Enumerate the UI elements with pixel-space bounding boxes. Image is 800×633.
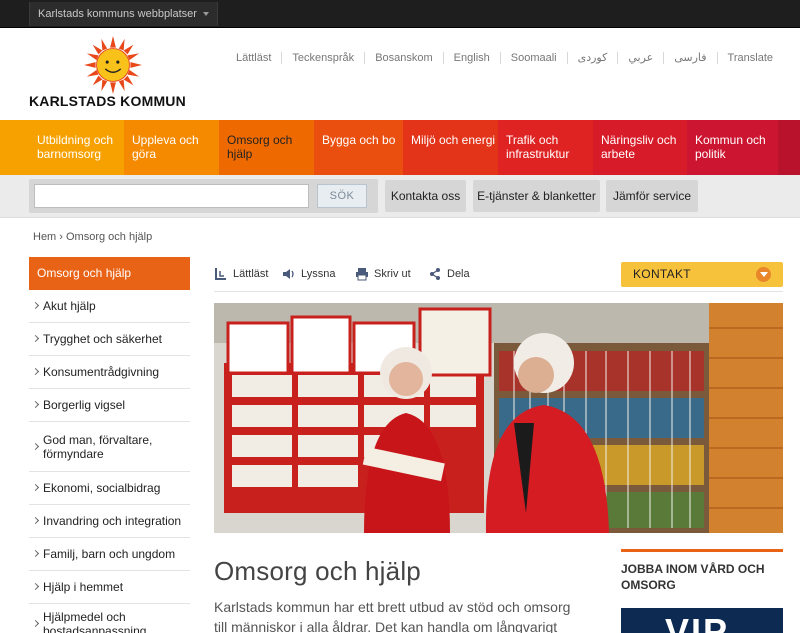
left-menu-item[interactable]: God man, förvaltare, förmyndare	[29, 422, 190, 472]
sites-dropdown-label: Karlstads kommuns webbplatser	[38, 8, 197, 20]
hero-image	[214, 303, 783, 533]
left-menu-item-label: Hjälpmedel och bostadsanpassning	[43, 609, 147, 633]
nav-edge	[778, 120, 800, 175]
nav-item[interactable]: Miljö och energi	[403, 120, 498, 175]
easy-read-button[interactable]: Lättläst	[214, 267, 268, 281]
listen-button[interactable]: Lyssna	[282, 267, 335, 281]
sites-dropdown[interactable]: Karlstads kommuns webbplatser	[29, 2, 218, 26]
print-label: Skriv ut	[374, 268, 411, 280]
nav-item[interactable]: Kommun och politik	[687, 120, 778, 175]
language-link[interactable]: Bosanskom	[364, 52, 442, 64]
search-button[interactable]: SÖK	[317, 184, 367, 208]
nav-item[interactable]: Näringsliv och arbete	[593, 120, 687, 175]
language-link[interactable]: Soomaali	[499, 52, 567, 64]
vip-banner-text: VIP	[665, 611, 730, 633]
nav-item[interactable]: Utbildning och barnomsorg	[0, 120, 124, 175]
chevron-right-icon	[31, 334, 40, 343]
chevron-right-icon	[31, 516, 40, 525]
left-menu-item-label: God man, förvaltare, förmyndare	[43, 432, 153, 461]
left-menu-item-label: Akut hjälp	[43, 299, 96, 313]
left-menu-item-label: Familj, barn och ungdom	[43, 547, 176, 561]
share-label: Dela	[447, 268, 470, 280]
chevron-right-icon	[31, 483, 40, 492]
chevron-down-icon	[202, 12, 209, 17]
left-menu-item[interactable]: Ekonomi, socialbidrag	[29, 472, 190, 505]
share-icon	[430, 268, 440, 280]
language-link[interactable]: عربي	[617, 52, 663, 64]
vip-banner[interactable]: VIP	[621, 608, 783, 633]
language-link[interactable]: Teckenspråk	[281, 52, 364, 64]
contact-dropdown[interactable]: KONTAKT	[621, 262, 783, 287]
left-menu-item[interactable]: Familj, barn och ungdom	[29, 538, 190, 571]
chevron-right-icon	[31, 582, 40, 591]
left-menu-item[interactable]: Borgerlig vigsel	[29, 389, 190, 422]
left-menu-item[interactable]: Akut hjälp	[29, 290, 190, 323]
nav-item[interactable]: Uppleva och göra	[124, 120, 219, 175]
chevron-down-icon	[756, 267, 771, 282]
page-title: Omsorg och hjälp	[214, 556, 421, 586]
left-menu-item-label: Konsumentrådgivning	[43, 365, 160, 379]
language-link[interactable]: کوردی	[566, 52, 618, 64]
speaker-icon	[283, 269, 294, 279]
left-menu-item[interactable]: Konsumentrådgivning	[29, 356, 190, 389]
language-link[interactable]: Lättläst	[226, 52, 281, 64]
share-button[interactable]: Dela	[428, 267, 470, 281]
chevron-right-icon	[31, 619, 40, 627]
language-link[interactable]: Translate	[716, 52, 783, 64]
nav-item[interactable]: Bygga och bo	[314, 120, 403, 175]
nav-item[interactable]: Trafik och infrastruktur	[498, 120, 593, 175]
left-menu-item[interactable]: Trygghet och säkerhet	[29, 323, 190, 356]
page-toolbar: Lättläst Lyssna Skriv ut Dela KONTAKT	[214, 258, 783, 292]
quicklink-contact[interactable]: Kontakta oss	[385, 180, 466, 212]
chevron-right-icon	[31, 400, 40, 409]
print-button[interactable]: Skriv ut	[355, 267, 411, 281]
main-navigation: Utbildning och barnomsorg Uppleva och gör…	[0, 120, 800, 175]
jobs-box: JOBBA INOM VÅRD OCH OMSORG	[621, 549, 783, 593]
left-menu: Omsorg och hjälp Akut hjälp Trygghet och …	[29, 257, 190, 633]
search-row: SÖK Kontakta oss E-tjänster & blanketter…	[0, 175, 800, 218]
quicklink-eservices[interactable]: E-tjänster & blanketter	[473, 180, 600, 212]
left-menu-current[interactable]: Omsorg och hjälp	[29, 257, 190, 290]
language-link[interactable]: English	[442, 52, 500, 64]
jobs-box-title[interactable]: JOBBA INOM VÅRD OCH OMSORG	[621, 552, 783, 593]
listen-label: Lyssna	[301, 268, 336, 280]
contact-label: KONTAKT	[633, 267, 691, 281]
printer-icon	[356, 268, 368, 281]
search-box: SÖK	[29, 179, 378, 213]
language-links: Lättläst Teckenspråk Bosanskom English Sooma…	[226, 52, 783, 64]
chevron-right-icon	[31, 442, 40, 450]
logo-text[interactable]: KARLSTADS KOMMUN	[29, 93, 186, 109]
left-menu-item-label: Trygghet och säkerhet	[43, 332, 162, 346]
sun-logo-icon[interactable]	[84, 36, 142, 94]
easy-read-icon	[215, 268, 226, 280]
nav-item[interactable]: Omsorg och hjälp	[219, 120, 314, 175]
left-menu-item-label: Invandring och integration	[43, 514, 182, 528]
quicklink-compare-service[interactable]: Jämför service	[606, 180, 698, 212]
left-menu-item[interactable]: Hjälp i hemmet	[29, 571, 190, 604]
top-bar: Karlstads kommuns webbplatser	[0, 0, 800, 28]
left-menu-item-label: Ekonomi, socialbidrag	[43, 481, 161, 495]
breadcrumb[interactable]: Hem › Omsorg och hjälp	[33, 231, 152, 243]
easy-read-label: Lättläst	[233, 268, 269, 280]
search-input[interactable]	[34, 184, 309, 208]
chevron-right-icon	[31, 367, 40, 376]
language-link[interactable]: فارسی	[663, 52, 716, 64]
site-header: KARLSTADS KOMMUN Lättläst Teckenspråk Bosa…	[0, 29, 800, 120]
chevron-right-icon	[31, 301, 40, 310]
lead-paragraph: Karlstads kommun har ett brett utbud av …	[214, 599, 571, 633]
left-menu-item-label: Hjälp i hemmet	[43, 580, 124, 594]
left-menu-item[interactable]: Invandring och integration	[29, 505, 190, 538]
left-menu-item[interactable]: Hjälpmedel och bostadsanpassning	[29, 604, 190, 633]
left-menu-item-label: Borgerlig vigsel	[43, 398, 126, 412]
chevron-right-icon	[31, 549, 40, 558]
